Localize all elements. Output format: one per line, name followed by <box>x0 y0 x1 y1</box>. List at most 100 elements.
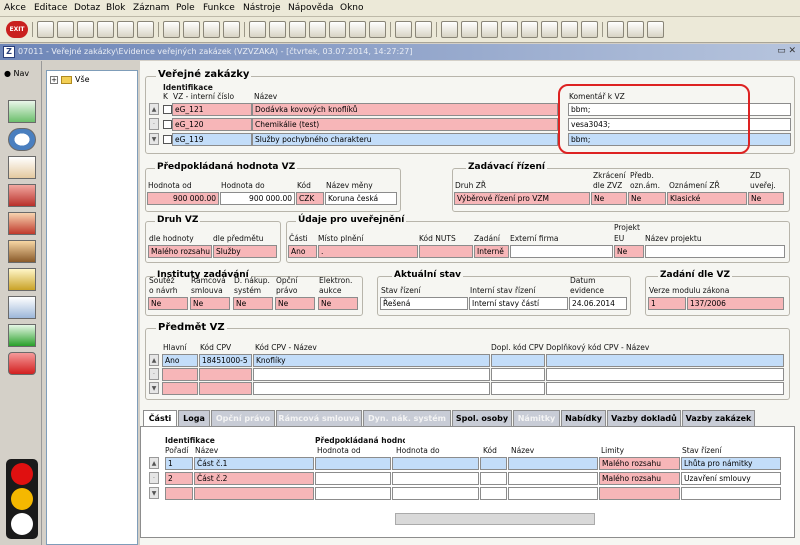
cast-stav-field[interactable]: Lhůta pro námitky <box>681 457 781 470</box>
stav-rizeni-field[interactable]: Řešená <box>380 297 468 310</box>
cpv-nazev-field[interactable] <box>253 382 490 395</box>
dopl-kod-field[interactable] <box>491 382 545 395</box>
tree-root-label[interactable]: Vše <box>75 75 90 84</box>
tab-dyn-nak-system[interactable]: Dyn. nák. systém <box>363 410 451 426</box>
scroll-up-icon[interactable]: ▲ <box>149 354 159 366</box>
tab-vazby-zakazek[interactable]: Vazby zakázek <box>682 410 755 426</box>
count-icon[interactable] <box>203 21 220 38</box>
druh-zr-field[interactable]: Výběrové řízení pro VZM <box>454 192 590 205</box>
projekt-eu-field[interactable]: Ne <box>614 245 644 258</box>
cpv-hlavni-field[interactable]: Ano <box>162 354 198 367</box>
cast-kod-field[interactable] <box>480 472 507 485</box>
grid-icon[interactable] <box>561 21 578 38</box>
person-icon[interactable] <box>8 240 36 263</box>
tab-loga[interactable]: Loga <box>178 410 210 426</box>
row-checkbox[interactable] <box>163 120 172 129</box>
tab-nabidky[interactable]: Nabídky <box>561 410 606 426</box>
cast-nazev-field[interactable] <box>194 487 314 500</box>
tab-vazby-dokladu[interactable]: Vazby dokladů <box>607 410 681 426</box>
link-icon[interactable] <box>541 21 558 38</box>
menu-napoveda[interactable]: Nápověda <box>288 3 334 13</box>
zkraceni-field[interactable]: Ne <box>591 192 627 205</box>
flag-icon[interactable] <box>461 21 478 38</box>
notebook-icon[interactable] <box>8 156 36 179</box>
export-icon[interactable] <box>395 21 412 38</box>
dopl-nazev-field[interactable] <box>546 382 784 395</box>
expand-icon[interactable]: + <box>50 76 58 84</box>
menu-zaznam[interactable]: Záznam <box>133 3 169 13</box>
cpv-hlavni-field[interactable] <box>162 382 198 395</box>
cast-mena-field[interactable] <box>508 457 598 470</box>
window-icon[interactable] <box>627 21 644 38</box>
cast-mena-field[interactable] <box>508 472 598 485</box>
cast-od-field[interactable] <box>315 457 391 470</box>
tab-spol-osoby[interactable]: Spol. osoby <box>452 410 512 426</box>
cast-limity-field[interactable]: Malého rozsahu <box>599 472 680 485</box>
horizontal-scrollbar[interactable] <box>395 513 595 525</box>
cast-nazev-field[interactable]: Část č.2 <box>194 472 314 485</box>
calculator-icon[interactable] <box>349 21 366 38</box>
datum-field[interactable]: 24.06.2014 <box>569 297 627 310</box>
window-controls[interactable]: ▭ ✕ <box>777 46 796 56</box>
nakup-field[interactable]: Ne <box>233 297 273 310</box>
last-record-icon[interactable] <box>329 21 346 38</box>
cast-do-field[interactable] <box>392 487 479 500</box>
cast-limity-field[interactable] <box>599 487 680 500</box>
menu-okno[interactable]: Okno <box>340 3 364 13</box>
briefcase-icon[interactable] <box>8 184 36 207</box>
cpv-nazev-field[interactable]: Knoflíky <box>253 354 490 367</box>
stamp-icon[interactable] <box>8 212 36 235</box>
vz-name-field[interactable]: Chemikálie (test) <box>252 118 558 131</box>
opcni-field[interactable]: Ne <box>275 297 315 310</box>
cpv-kod-field[interactable] <box>199 368 252 381</box>
cast-kod-field[interactable] <box>480 457 507 470</box>
row-checkbox[interactable] <box>163 135 172 144</box>
save-icon[interactable] <box>77 21 94 38</box>
oznameni-field[interactable]: Klasické <box>667 192 747 205</box>
next-record-icon[interactable] <box>309 21 326 38</box>
scales-icon[interactable] <box>8 268 36 291</box>
vz-id-field[interactable]: eG_121 <box>172 103 252 116</box>
cast-poradi-field[interactable] <box>165 487 193 500</box>
query-icon[interactable] <box>163 21 180 38</box>
add-document-icon[interactable] <box>8 324 36 347</box>
aukce-field[interactable]: Ne <box>318 297 358 310</box>
menu-akce[interactable]: Akce <box>4 3 26 13</box>
settings-icon[interactable] <box>607 21 624 38</box>
tools-icon[interactable] <box>581 21 598 38</box>
menu-nastroje[interactable]: Nástroje <box>243 3 281 13</box>
cast-poradi-field[interactable]: 1 <box>165 457 193 470</box>
tab-casti[interactable]: Části <box>143 410 177 426</box>
cpv-kod-field[interactable]: 18451000-5 <box>199 354 252 367</box>
dle-hodnoty-field[interactable]: Malého rozsahu <box>148 245 212 258</box>
nuts-field[interactable] <box>419 245 473 258</box>
dle-predmetu-field[interactable]: Služby <box>213 245 277 258</box>
new-record-icon[interactable] <box>37 21 54 38</box>
zakon-field[interactable]: 137/2006 <box>687 297 784 310</box>
scroll-down-icon[interactable]: ▼ <box>149 382 159 394</box>
vz-id-field[interactable]: eG_119 <box>172 133 252 146</box>
menu-dotaz[interactable]: Dotaz <box>74 3 100 13</box>
zd-field[interactable]: Ne <box>748 192 784 205</box>
cast-stav-field[interactable] <box>681 487 781 500</box>
scroll-down-icon[interactable]: ▼ <box>149 487 159 499</box>
dopl-kod-field[interactable] <box>491 354 545 367</box>
exit-button[interactable]: EXIT <box>6 21 28 38</box>
filter-icon[interactable] <box>223 21 240 38</box>
cpv-hlavni-field[interactable] <box>162 368 198 381</box>
clock-icon[interactable] <box>8 128 36 151</box>
wizard-icon[interactable] <box>521 21 538 38</box>
cast-limity-field[interactable]: Malého rozsahu <box>599 457 680 470</box>
cast-stav-field[interactable]: Uzavření smlouvy <box>681 472 781 485</box>
spreadsheet-icon[interactable] <box>8 100 36 123</box>
ramcova-field[interactable]: Ne <box>190 297 230 310</box>
help-icon[interactable] <box>647 21 664 38</box>
vz-name-field[interactable]: Dodávka kovových knoflíků <box>252 103 558 116</box>
projekt-field[interactable] <box>645 245 785 258</box>
cast-poradi-field[interactable]: 2 <box>165 472 193 485</box>
cast-mena-field[interactable] <box>508 487 598 500</box>
cast-do-field[interactable] <box>392 472 479 485</box>
prev-record-icon[interactable] <box>289 21 306 38</box>
menu-funkce[interactable]: Funkce <box>203 3 235 13</box>
bookmark-icon[interactable] <box>501 21 518 38</box>
